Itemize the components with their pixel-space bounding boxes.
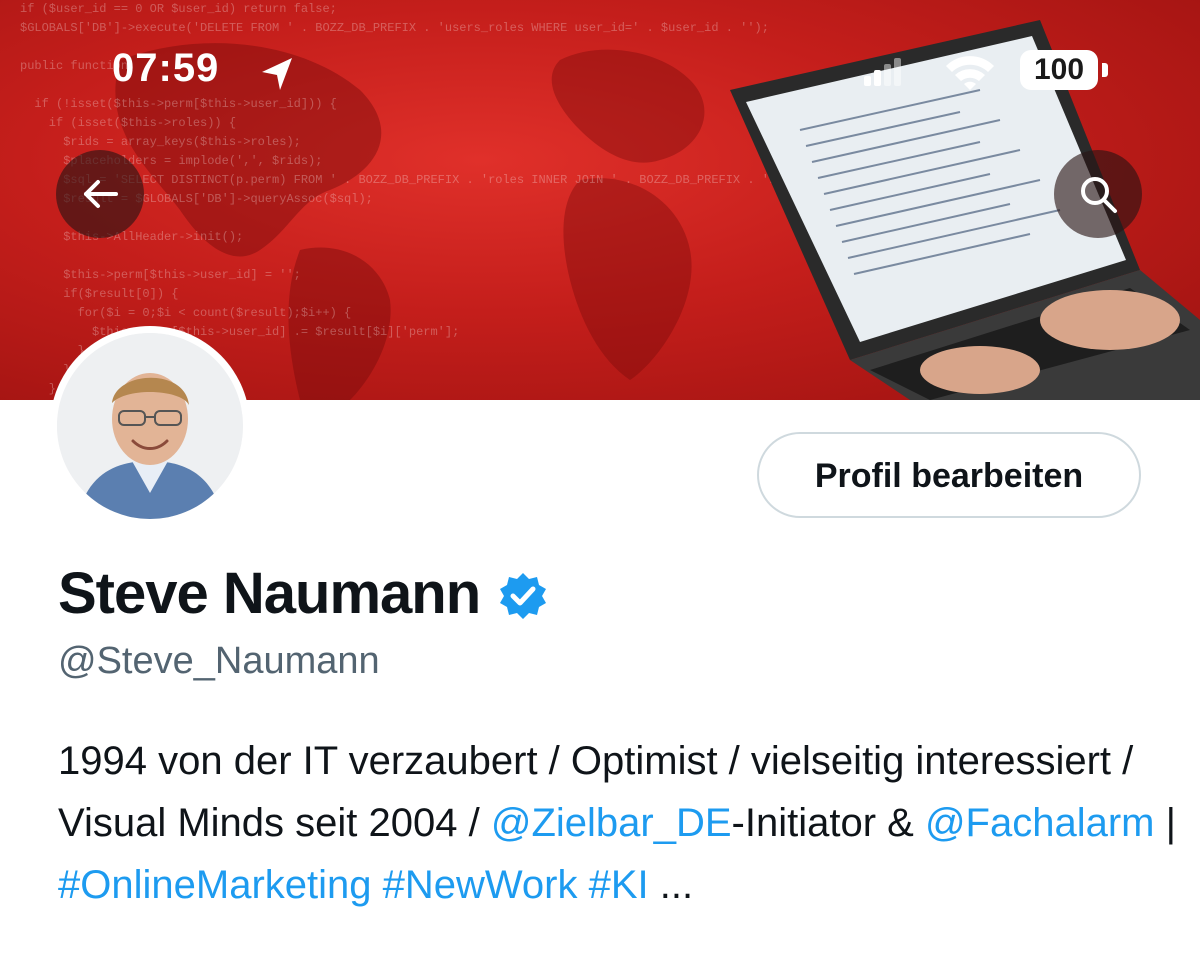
back-button[interactable] [56, 150, 144, 238]
hashtag-link[interactable]: #NewWork [383, 863, 578, 907]
profile-handle: @Steve_Naumann [58, 640, 380, 682]
mention-link[interactable]: @Fachalarm [925, 801, 1155, 845]
bio-text [578, 863, 589, 907]
profile-name-row: Steve Naumann [58, 556, 548, 630]
wifi-icon [946, 56, 994, 90]
location-arrow-icon [262, 58, 292, 90]
battery-icon: 100 [1020, 50, 1112, 94]
edit-profile-button[interactable]: Profil bearbeiten [757, 432, 1141, 518]
profile-photo [57, 333, 243, 519]
avatar[interactable] [57, 333, 243, 519]
bio-text: | [1154, 801, 1177, 845]
battery-tip [1102, 63, 1108, 77]
mention-link[interactable]: @Zielbar_DE [491, 801, 732, 845]
hashtag-link[interactable]: #KI [589, 863, 649, 907]
bio-text: ... [648, 863, 694, 907]
ios-status-bar: 07:59 100 [0, 44, 1200, 104]
profile-name: Steve Naumann [58, 560, 481, 626]
bio-text: -Initiator & [731, 801, 925, 845]
status-time: 07:59 [112, 46, 220, 90]
profile-bio: 1994 von der IT verzaubert / Optimist / … [58, 730, 1178, 916]
avatar-border [50, 326, 250, 526]
cellular-signal-icon [864, 58, 901, 86]
battery-level: 100 [1020, 50, 1098, 90]
search-button[interactable] [1054, 150, 1142, 238]
bio-text [372, 863, 383, 907]
hashtag-link[interactable]: #OnlineMarketing [58, 863, 372, 907]
verified-badge-icon[interactable] [498, 571, 548, 621]
arrow-left-icon [84, 180, 118, 208]
search-icon [1081, 177, 1117, 213]
